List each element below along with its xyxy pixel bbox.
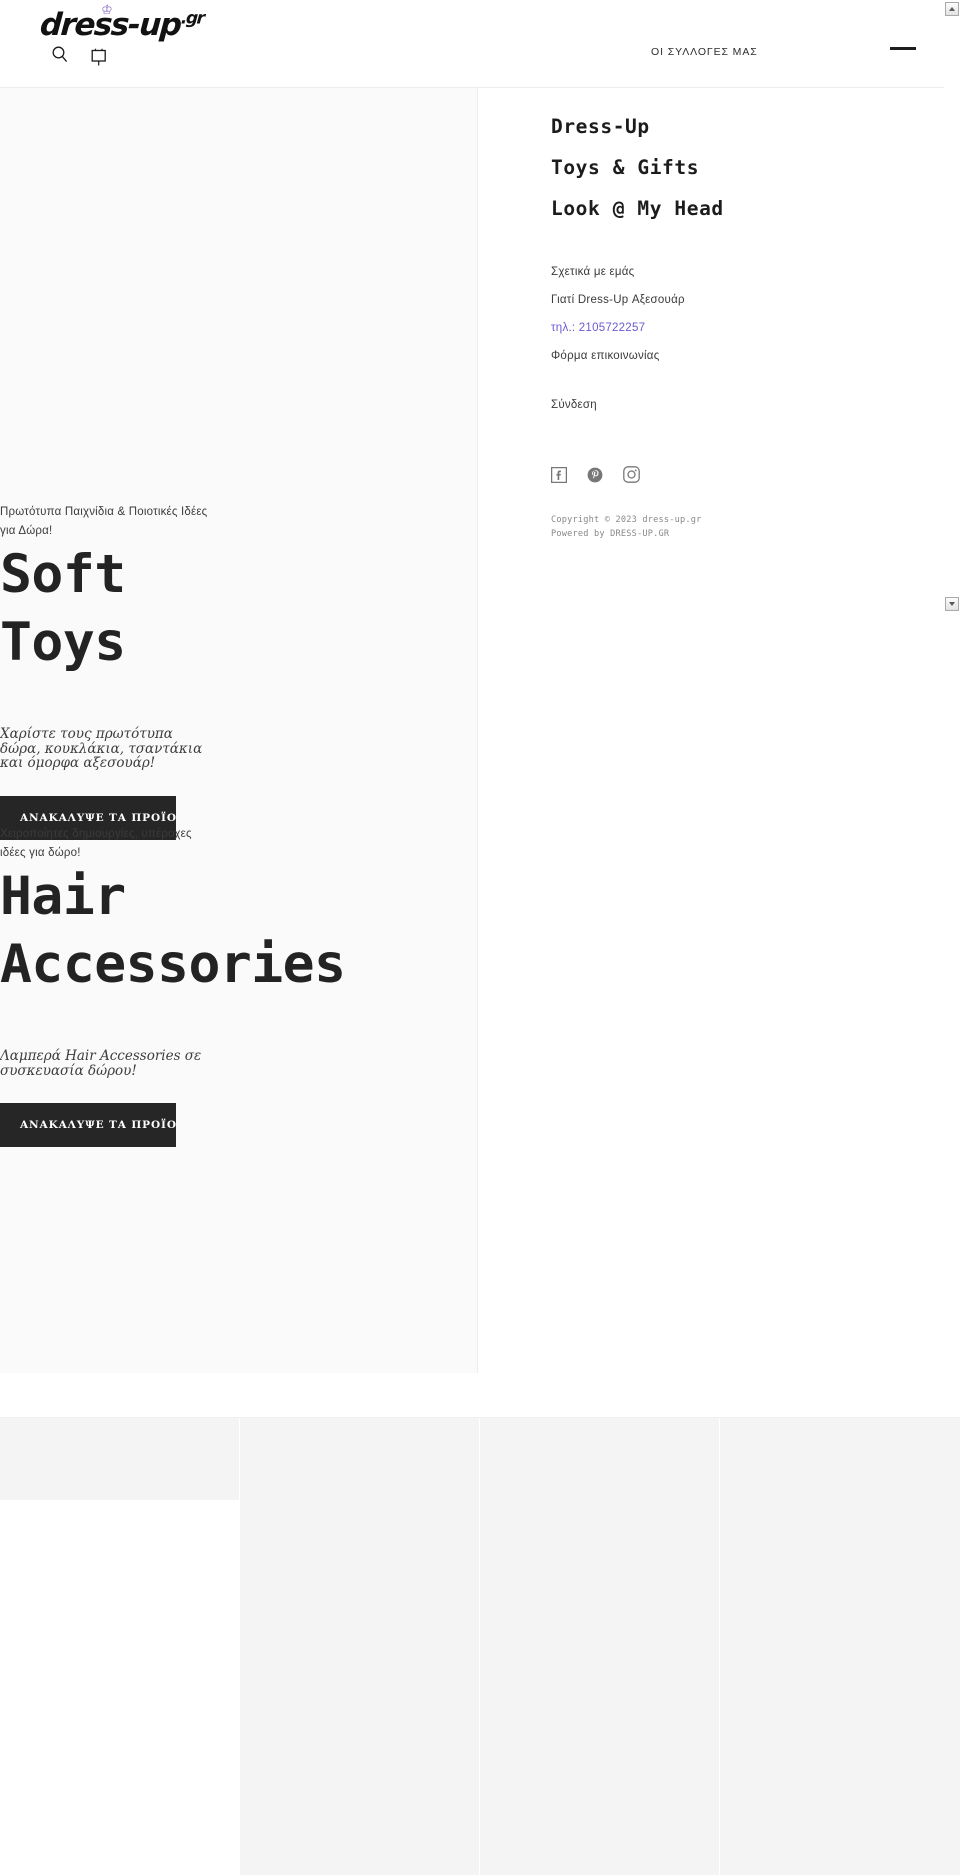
grid-top-band — [0, 1373, 960, 1418]
navigation-drawer: Dress-Up Toys & Gifts Look @ My Head Σχε… — [478, 88, 944, 1373]
scroll-up-icon[interactable] — [945, 2, 959, 16]
promo-title: Soft Toys — [0, 541, 478, 677]
logo-tld: .gr — [180, 8, 205, 29]
promo-eyebrow: Χειροποίητες δημιουργίες, υπέροχες ιδέες… — [0, 828, 192, 859]
product-grid — [0, 1418, 960, 1875]
copyright-block: Copyright © 2023 dress-up.gr Powered by … — [551, 513, 944, 541]
product-card-placeholder[interactable] — [0, 1418, 240, 1500]
copyright-line-2: Powered by DRESS-UP.GR — [551, 529, 670, 539]
scroll-down-icon[interactable] — [945, 597, 959, 611]
discover-products-button[interactable]: ΑΝΑΚΑΛΥΨΕ ΤΑ ΠΡΟΪΟΝΤΑ — [0, 1103, 176, 1147]
drawer-heading-dress-up[interactable]: Dress-Up — [551, 106, 944, 147]
promo-strip: Πρωτότυπα Παιχνίδια & Ποιοτικές Ιδέες γι… — [0, 88, 478, 1373]
crown-icon: ♔ — [100, 3, 114, 18]
copyright-line-1: Copyright © 2023 dress-up.gr — [551, 515, 702, 525]
nav-item-collections[interactable]: ΟΙ ΣΥΛΛΟΓΕΣ ΜΑΣ — [651, 46, 758, 58]
promo-title-line1: Hair — [0, 866, 126, 927]
page-root: ♔ dress-up.gr ΟΙ ΣΥΛΛΟΓΕΣ ΜΑΣ Πρωτότυπα … — [0, 0, 960, 1875]
drawer-link-login[interactable]: Σύνδεση — [551, 399, 944, 411]
drawer-link-about[interactable]: Σχετικά με εμάς — [551, 258, 944, 286]
logo-wordmark: ♔ dress-up.gr — [39, 3, 204, 43]
search-icon[interactable] — [52, 46, 68, 63]
promo-title-line2: Accessories — [0, 934, 346, 995]
drawer-heading-look-my-head[interactable]: Look @ My Head — [551, 188, 944, 229]
drawer-heading-toys-gifts[interactable]: Toys & Gifts — [551, 147, 944, 188]
pinterest-icon[interactable] — [587, 467, 603, 483]
promo-subtitle: Λαμπερά Hair Accessories σε συσκευασία δ… — [0, 1048, 202, 1079]
facebook-icon[interactable] — [550, 466, 568, 483]
instagram-icon[interactable] — [623, 466, 640, 483]
product-grid-section — [0, 1373, 960, 1875]
promo-title-line1: Soft — [0, 544, 126, 605]
social-links — [550, 466, 944, 483]
promo-soft-toys: Πρωτότυπα Παιχνίδια & Ποιοτικές Ιδέες γι… — [0, 503, 478, 840]
promo-subtitle: Χαρίστε τους πρωτότυπα δώρα, κουκλάκια, … — [0, 726, 203, 771]
promo-hair-accessories: Χειροποίητες δημιουργίες, υπέροχες ιδέες… — [0, 825, 478, 1147]
product-card-placeholder[interactable] — [240, 1418, 480, 1875]
drawer-link-why-dressup[interactable]: Γιατί Dress-Up Αξεσουάρ — [551, 286, 944, 314]
site-logo[interactable]: ♔ dress-up.gr — [39, 3, 204, 76]
menu-icon[interactable] — [890, 47, 916, 50]
product-card-placeholder[interactable] — [720, 1418, 960, 1875]
site-header: ♔ dress-up.gr ΟΙ ΣΥΛΛΟΓΕΣ ΜΑΣ — [0, 0, 944, 88]
vertical-scrollbar[interactable] — [944, 0, 960, 620]
drawer-link-contact-form[interactable]: Φόρμα επικοινωνίας — [551, 342, 944, 370]
product-grid-column — [0, 1418, 240, 1875]
cart-icon[interactable] — [90, 46, 108, 67]
drawer-link-list: Σχετικά με εμάς Γιατί Dress-Up Αξεσουάρ … — [551, 258, 944, 370]
product-card-placeholder — [0, 1500, 240, 1875]
promo-title-line2: Toys — [0, 612, 126, 673]
promo-title: Hair Accessories — [0, 863, 478, 999]
drawer-link-phone[interactable]: τηλ.: 2105722257 — [551, 314, 944, 342]
product-card-placeholder[interactable] — [480, 1418, 720, 1875]
header-icon-group — [52, 46, 108, 67]
promo-eyebrow: Πρωτότυπα Παιχνίδια & Ποιοτικές Ιδέες γι… — [0, 506, 208, 537]
